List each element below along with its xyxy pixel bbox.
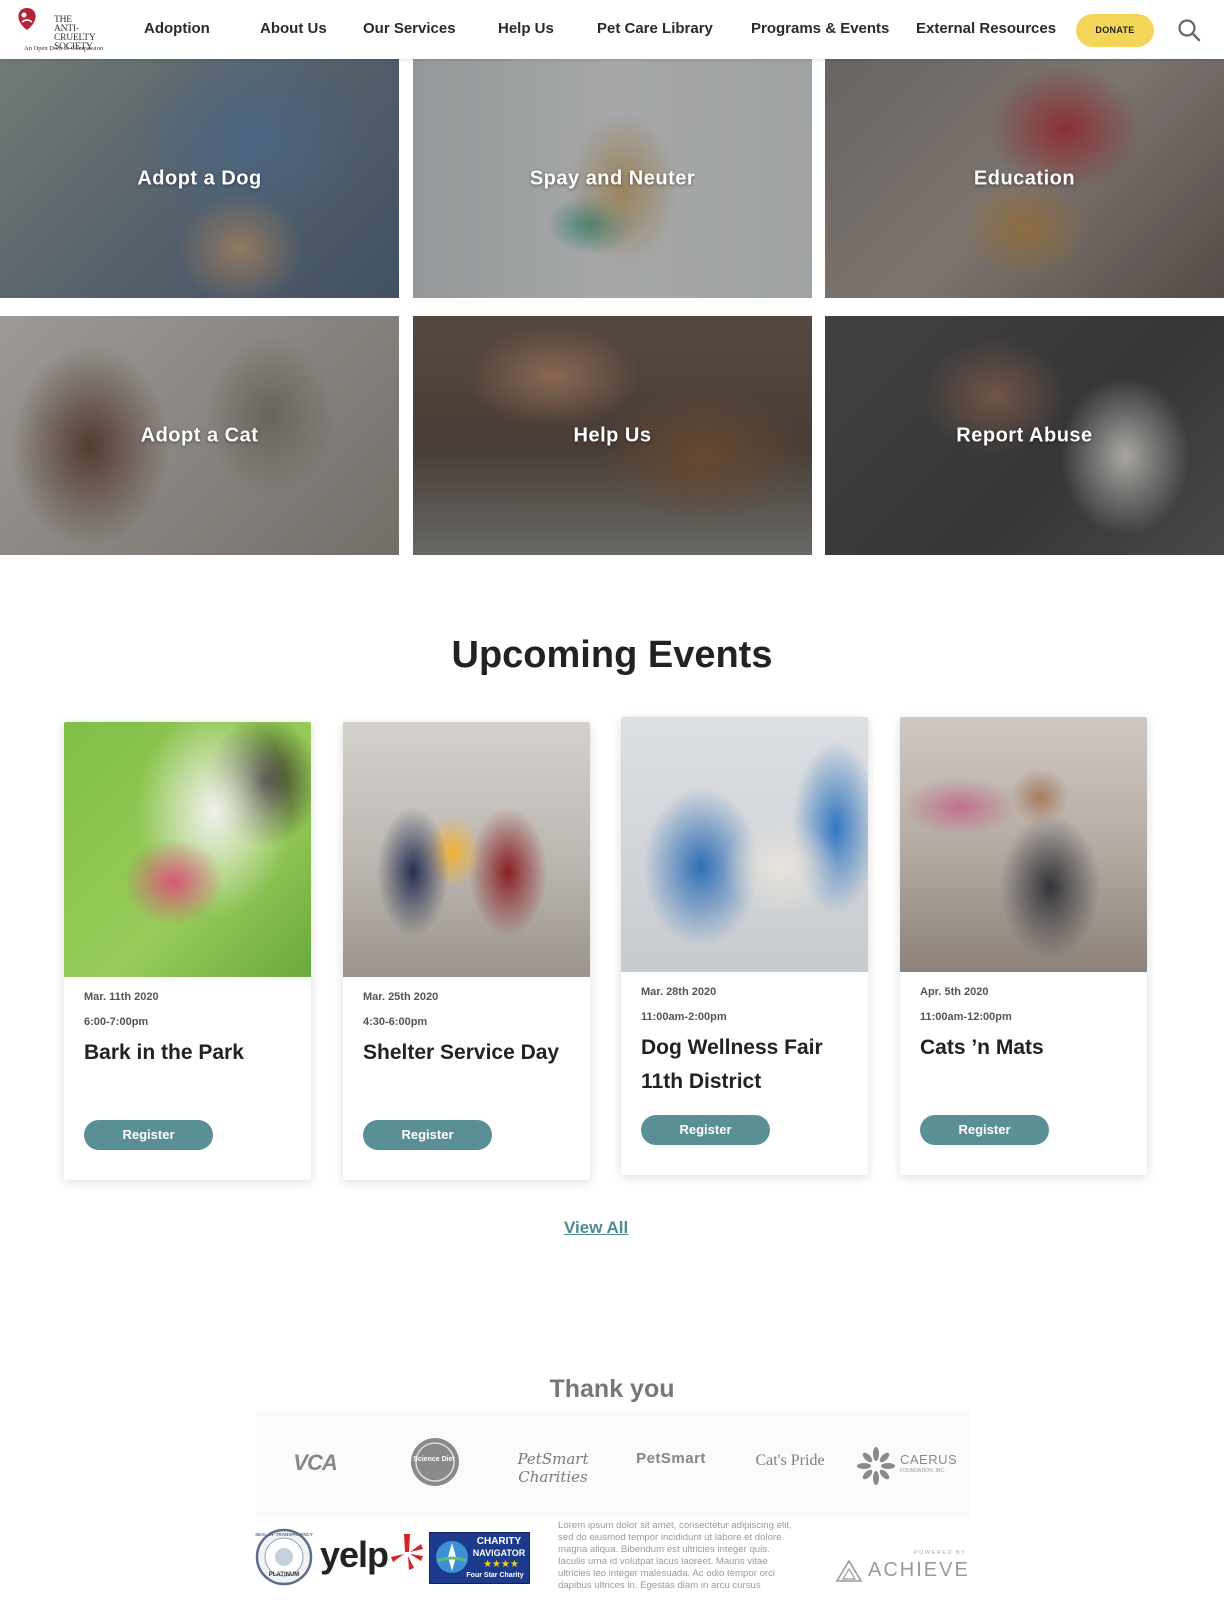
- event-photo: [621, 717, 868, 972]
- event-time: 11:00am-12:00pm: [920, 1011, 1012, 1023]
- event-date: Apr. 5th 2020: [920, 986, 989, 998]
- tile-adopt-a-cat[interactable]: Adopt a Cat: [0, 316, 399, 555]
- seal-title: SEAL OF TRANSPARENCY: [255, 1532, 313, 1537]
- sponsor-petsmart-charities-logo[interactable]: PetSmart Charities: [494, 1410, 612, 1518]
- nav-adoption[interactable]: Adoption: [144, 20, 210, 37]
- event-card[interactable]: Mar. 28th 2020 11:00am-2:00pm Dog Wellne…: [621, 717, 868, 1175]
- upcoming-events-heading: Upcoming Events: [451, 634, 773, 676]
- event-date: Mar. 25th 2020: [363, 991, 439, 1003]
- achieve-wordmark[interactable]: ACHIEVE: [868, 1559, 970, 1582]
- caerus-flower-icon: [857, 1447, 895, 1485]
- event-title: Cats ’n Mats: [920, 1036, 1044, 1059]
- logo-emblem-icon: [18, 8, 36, 30]
- sponsor-name: Science Diet: [413, 1456, 455, 1463]
- charity-navigator-line1: CHARITY: [476, 1536, 522, 1547]
- nav-pet-care-library[interactable]: Pet Care Library: [597, 20, 713, 37]
- event-card[interactable]: Mar. 11th 2020 6:00-7:00pm Bark in the P…: [64, 722, 311, 1180]
- nav-about-us[interactable]: About Us: [260, 20, 327, 37]
- event-time: 4:30-6:00pm: [363, 1016, 428, 1028]
- register-button[interactable]: Register: [641, 1115, 770, 1145]
- nav-our-services[interactable]: Our Services: [363, 20, 456, 37]
- seal-level: PLATINUM: [268, 1572, 300, 1578]
- sponsor-name: PetSmart: [636, 1450, 706, 1467]
- event-card[interactable]: Mar. 25th 2020 4:30-6:00pm Shelter Servi…: [343, 722, 590, 1180]
- event-time: 6:00-7:00pm: [84, 1016, 149, 1028]
- nav-external-resources[interactable]: External Resources: [916, 20, 1056, 37]
- tile-label: Report Abuse: [956, 424, 1093, 446]
- tile-education[interactable]: Education: [825, 59, 1224, 298]
- footer-lorem-text: Lorem ipsum dolor sit amet, consectetur …: [558, 1520, 792, 1591]
- tile-label: Education: [973, 167, 1076, 189]
- charity-navigator-badge[interactable]: CHARITY NAVIGATOR ★★★★ Four Star Charity: [429, 1532, 530, 1584]
- event-photo: [64, 722, 311, 977]
- site-logo[interactable]: THE ANTI-CRUELTY SOCIETY An Open Door to…: [16, 4, 116, 56]
- yelp-wordmark[interactable]: yelp: [320, 1534, 389, 1576]
- nav-help-us[interactable]: Help Us: [498, 20, 554, 37]
- sponsor-petsmart-logo[interactable]: PetSmart: [612, 1410, 730, 1518]
- event-photo: [343, 722, 590, 977]
- sponsor-name: CAERUS: [900, 1452, 958, 1467]
- tile-label: Spay and Neuter: [529, 167, 696, 189]
- tile-report-abuse[interactable]: Report Abuse: [825, 316, 1224, 555]
- sponsor-name: VCA: [293, 1450, 337, 1475]
- four-star-rating: ★★★★: [483, 1559, 519, 1570]
- tile-label: Adopt a Dog: [137, 167, 262, 189]
- thank-you-heading: Thank you: [549, 1375, 675, 1403]
- event-title: Shelter Service Day: [363, 1041, 560, 1064]
- event-title: Bark in the Park: [84, 1041, 244, 1064]
- sponsor-name: Cat's Pride: [755, 1452, 825, 1469]
- logo-tagline: An Open Door to Compassion: [24, 45, 104, 52]
- powered-by-label: POWERED BY: [914, 1550, 967, 1556]
- charity-navigator-line2: NAVIGATOR: [472, 1548, 526, 1558]
- logo-line: ANTI-CRUELTY: [54, 24, 96, 43]
- sponsor-vca-logo[interactable]: VCA: [256, 1410, 374, 1518]
- event-title: Dog Wellness Fair 11th District: [641, 1036, 823, 1093]
- register-button[interactable]: Register: [84, 1120, 213, 1150]
- register-button[interactable]: Register: [920, 1115, 1049, 1145]
- event-date: Mar. 11th 2020: [84, 991, 159, 1003]
- sponsor-science-diet-logo[interactable]: Science Diet: [375, 1410, 493, 1518]
- event-card[interactable]: Apr. 5th 2020 11:00am-12:00pm Cats ’n Ma…: [900, 717, 1147, 1175]
- achieve-logo-icon: [836, 1560, 862, 1582]
- tile-help-us[interactable]: Help Us: [413, 316, 812, 555]
- charity-navigator-line3: Four Star Charity: [466, 1572, 524, 1579]
- yelp-burst-icon: [391, 1534, 423, 1570]
- tile-spay-and-neuter[interactable]: Spay and Neuter: [413, 59, 812, 298]
- tile-label: Adopt a Cat: [140, 424, 259, 446]
- sponsor-caerus-logo[interactable]: CAERUS FOUNDATION, INC.: [850, 1410, 970, 1518]
- event-time: 11:00am-2:00pm: [641, 1011, 727, 1023]
- sponsor-cats-pride-logo[interactable]: Cat's Pride: [731, 1410, 849, 1518]
- tile-adopt-a-dog[interactable]: Adopt a Dog: [0, 59, 399, 298]
- seal-of-transparency-badge[interactable]: SEAL OF TRANSPARENCY PLATINUM: [255, 1528, 313, 1586]
- sponsor-name: PetSmart Charities: [517, 1450, 589, 1486]
- event-photo: [900, 717, 1147, 972]
- event-date: Mar. 28th 2020: [641, 986, 717, 998]
- donate-button[interactable]: DONATE: [1076, 14, 1154, 47]
- search-icon[interactable]: [1177, 18, 1201, 42]
- tile-label: Help Us: [573, 424, 652, 446]
- sponsor-subname: FOUNDATION, INC.: [900, 1468, 946, 1474]
- view-all-link[interactable]: View All: [564, 1218, 628, 1238]
- register-button[interactable]: Register: [363, 1120, 492, 1150]
- site-header: THE ANTI-CRUELTY SOCIETY An Open Door to…: [0, 0, 1224, 59]
- nav-programs-events[interactable]: Programs & Events: [751, 20, 889, 37]
